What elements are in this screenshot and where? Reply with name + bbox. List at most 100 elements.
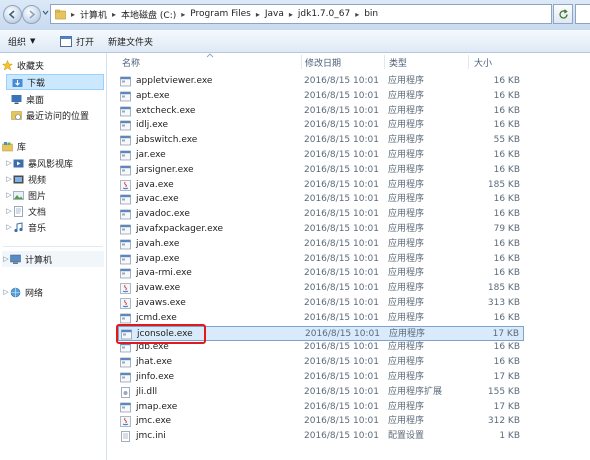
sidebar-item-documents[interactable]: ▷ 文档: [5, 203, 46, 219]
file-type: 应用程序: [388, 179, 425, 190]
file-type: 应用程序: [388, 312, 425, 323]
file-row[interactable]: javafxpackager.exe 2016/8/15 10:01 应用程序 79 …: [118, 222, 524, 237]
file-name: java.exe: [136, 179, 174, 190]
navigation-pane: 收藏夹 下载 桌面 最近访问的位置 库 ▷ 暴风影视库 ▷ 视频 ▷ 图片 ▷ …: [0, 53, 107, 460]
file-row[interactable]: jar.exe 2016/8/15 10:01 应用程序 16 KB: [118, 148, 524, 163]
column-header-date[interactable]: 修改日期: [305, 53, 341, 71]
file-type: 应用程序: [388, 224, 425, 234]
file-size: 16 KB: [493, 342, 520, 353]
sidebar-item-desktop[interactable]: 桌面: [11, 91, 44, 107]
back-button[interactable]: [3, 5, 22, 24]
file-type: 应用程序: [388, 401, 425, 412]
sidebar-item-favorites[interactable]: 收藏夹: [2, 57, 44, 73]
column-header-size[interactable]: 大小: [474, 53, 492, 71]
file-row[interactable]: javaws.exe 2016/8/15 10:01 应用程序 313 KB: [118, 296, 524, 311]
file-type: 应用程序: [388, 76, 425, 86]
picture-icon: [13, 190, 24, 200]
organize-button[interactable]: 组织 ▼: [8, 34, 35, 48]
expand-arrow-icon[interactable]: ▷: [5, 191, 13, 199]
breadcrumb[interactable]: ▸ 计算机 ▸ 本地磁盘 (C:) ▸ Program Files ▸ Java…: [50, 4, 552, 24]
sidebar-item-downloads[interactable]: 下载: [6, 74, 104, 90]
file-row[interactable]: jinfo.exe 2016/8/15 10:01 应用程序 17 KB: [118, 370, 524, 385]
file-row[interactable]: appletviewer.exe 2016/8/15 10:01 应用程序 16 KB: [118, 74, 524, 89]
file-row[interactable]: java-rmi.exe 2016/8/15 10:01 应用程序 16 KB: [118, 266, 524, 281]
breadcrumb-separator: ▸: [255, 9, 260, 19]
file-size: 16 KB: [493, 76, 520, 86]
search-input[interactable]: [575, 4, 590, 24]
breadcrumb-segment[interactable]: 计算机: [78, 8, 109, 21]
breadcrumb-separator: ▸: [181, 9, 186, 19]
file-type: 应用程序: [388, 150, 425, 160]
open-button[interactable]: 打开: [60, 34, 94, 48]
file-row[interactable]: javac.exe 2016/8/15 10:01 应用程序 16 KB: [118, 192, 524, 207]
file-size: 16 KB: [493, 90, 520, 101]
file-row[interactable]: jabswitch.exe 2016/8/15 10:01 应用程序 55 KB: [118, 133, 524, 148]
breadcrumb-segment[interactable]: Java: [263, 9, 286, 19]
file-date: 2016/8/15 10:01: [304, 120, 379, 131]
sidebar-item-label: 图片: [28, 191, 47, 202]
file-name: jabswitch.exe: [136, 135, 198, 146]
breadcrumb-segment[interactable]: 本地磁盘 (C:): [119, 8, 178, 21]
file-row[interactable]: jmc.ini 2016/8/15 10:01 配置设置 1 KB: [118, 429, 524, 444]
file-size: 16 KB: [493, 268, 520, 279]
file-size: 16 KB: [493, 253, 520, 264]
file-row[interactable]: javadoc.exe 2016/8/15 10:01 应用程序 16 KB: [118, 207, 524, 222]
column-header-label: 名称: [122, 58, 141, 69]
column-header-type[interactable]: 类型: [389, 53, 407, 71]
sidebar-item-pictures[interactable]: ▷ 图片: [5, 187, 46, 203]
sidebar-item-music[interactable]: ▷ 音乐: [5, 219, 46, 235]
forward-button[interactable]: [22, 5, 41, 24]
file-row[interactable]: jmc.exe 2016/8/15 10:01 应用程序 312 KB: [118, 414, 524, 429]
chevron-down-icon[interactable]: [42, 9, 49, 16]
breadcrumb-segment[interactable]: jdk1.7.0_67: [296, 9, 352, 19]
file-name: extcheck.exe: [136, 105, 196, 116]
file-row[interactable]: idlj.exe 2016/8/15 10:01 应用程序 16 KB: [118, 118, 524, 133]
refresh-button[interactable]: [553, 4, 573, 24]
file-size: 1 KB: [499, 431, 520, 442]
arrow-right-icon: [29, 10, 36, 19]
column-divider[interactable]: [384, 55, 385, 69]
file-date: 2016/8/15 10:01: [304, 224, 379, 234]
file-row[interactable]: extcheck.exe 2016/8/15 10:01 应用程序 16 KB: [118, 104, 524, 119]
breadcrumb-segment[interactable]: Program Files: [188, 9, 253, 19]
column-header-label: 修改日期: [305, 58, 342, 69]
column-header-name[interactable]: 名称: [122, 53, 140, 71]
sidebar-item-computer[interactable]: ▷ 计算机: [2, 251, 104, 267]
breadcrumb-segment[interactable]: bin: [362, 9, 380, 19]
file-row[interactable]: javap.exe 2016/8/15 10:01 应用程序 16 KB: [118, 252, 524, 267]
file-name: apt.exe: [136, 90, 170, 101]
sidebar-item-libraries[interactable]: 库: [2, 138, 26, 154]
sidebar-item-recent-places[interactable]: 最近访问的位置: [11, 107, 89, 123]
file-row[interactable]: jli.dll 2016/8/15 10:01 应用程序扩展 155 KB: [118, 385, 524, 400]
column-divider[interactable]: [468, 55, 469, 69]
file-type: 应用程序: [388, 90, 425, 101]
expand-arrow-icon[interactable]: ▷: [5, 223, 13, 231]
file-row[interactable]: apt.exe 2016/8/15 10:01 应用程序 16 KB: [118, 89, 524, 104]
expand-arrow-icon[interactable]: ▷: [5, 159, 13, 167]
sidebar-item-baofeng-library[interactable]: ▷ 暴风影视库: [5, 155, 73, 171]
file-row[interactable]: jarsigner.exe 2016/8/15 10:01 应用程序 16 KB: [118, 163, 524, 178]
open-label: 打开: [76, 37, 95, 48]
open-window-icon: [60, 35, 72, 47]
file-size: 16 KB: [493, 209, 520, 220]
file-row[interactable]: jmap.exe 2016/8/15 10:01 应用程序 17 KB: [118, 400, 524, 415]
file-name: jmc.exe: [136, 416, 172, 427]
sidebar-divider: [3, 246, 103, 247]
expand-arrow-icon[interactable]: ▷: [2, 255, 10, 263]
expand-arrow-icon[interactable]: ▷: [2, 288, 10, 296]
expand-arrow-icon[interactable]: ▷: [5, 175, 13, 183]
file-type: 应用程序: [388, 135, 425, 146]
file-date: 2016/8/15 10:01: [304, 209, 379, 220]
sidebar-item-videos[interactable]: ▷ 视频: [5, 171, 46, 187]
file-row[interactable]: java.exe 2016/8/15 10:01 应用程序 185 KB: [118, 178, 524, 193]
file-type: 应用程序: [388, 268, 425, 279]
file-row[interactable]: javaw.exe 2016/8/15 10:01 应用程序 185 KB: [118, 281, 524, 296]
video-icon: [13, 175, 24, 183]
file-row[interactable]: javah.exe 2016/8/15 10:01 应用程序 16 KB: [118, 237, 524, 252]
expand-arrow-icon[interactable]: ▷: [5, 207, 13, 215]
new-folder-button[interactable]: 新建文件夹: [108, 34, 153, 48]
file-row[interactable]: jhat.exe 2016/8/15 10:01 应用程序 16 KB: [118, 355, 524, 370]
column-divider[interactable]: [301, 55, 302, 69]
file-name: javaw.exe: [136, 283, 181, 294]
sidebar-item-network[interactable]: ▷ 网络: [2, 284, 43, 300]
